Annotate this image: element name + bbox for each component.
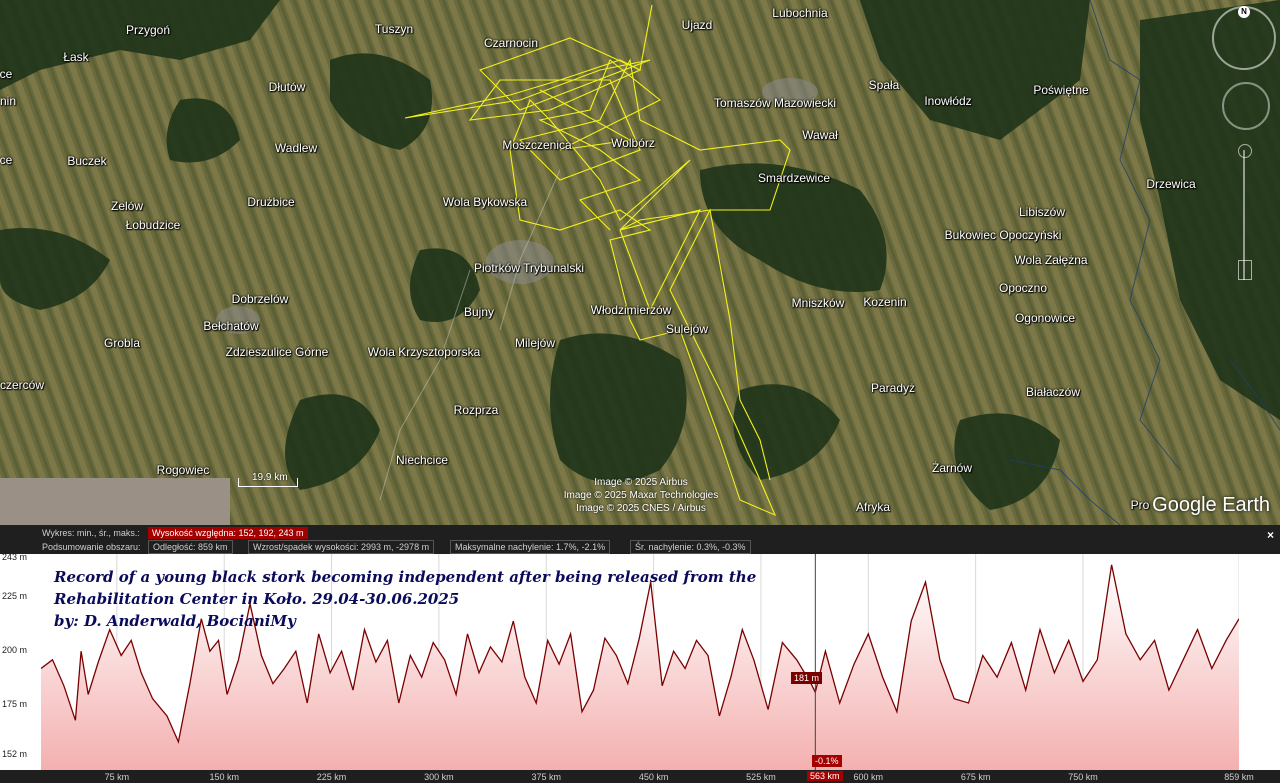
place-label[interactable]: Wadlew bbox=[275, 141, 317, 155]
place-label[interactable]: Dłutów bbox=[269, 80, 306, 94]
place-label[interactable]: czerców bbox=[0, 378, 44, 392]
place-label[interactable]: Włodzimierzów bbox=[591, 303, 672, 317]
place-label[interactable]: Wola Bykowska bbox=[443, 195, 527, 209]
place-label[interactable]: Grobla bbox=[104, 336, 140, 350]
place-label[interactable]: Ogonowice bbox=[1015, 311, 1075, 325]
place-label[interactable]: Rozprza bbox=[454, 403, 499, 417]
place-label[interactable]: Łask bbox=[63, 50, 88, 64]
place-label[interactable]: Tomaszów Mazowiecki bbox=[714, 96, 836, 110]
place-label[interactable]: Lubochnia bbox=[772, 6, 827, 20]
x-tick-label: 75 km bbox=[104, 772, 130, 782]
annotation-line: Rehabilitation Center in Koło. 29.04-30.… bbox=[54, 590, 460, 608]
annotation-line: by: D. Anderwald, BocianiMy bbox=[54, 612, 296, 630]
place-label[interactable]: Przygoń bbox=[126, 23, 170, 37]
cursor-distance-label: 563 km bbox=[807, 771, 843, 781]
place-label[interactable]: Opoczno bbox=[999, 281, 1047, 295]
place-label[interactable]: Moszczenica bbox=[502, 138, 571, 152]
imagery-credits: Image © 2025 Airbus Image © 2025 Maxar T… bbox=[564, 476, 719, 515]
place-label[interactable]: Buczek bbox=[67, 154, 106, 168]
place-label[interactable]: Paradyż bbox=[871, 381, 915, 395]
place-label[interactable]: Zelów bbox=[111, 199, 143, 213]
place-label[interactable]: Mniszków bbox=[792, 296, 845, 310]
y-tick-label: 175 m bbox=[2, 699, 28, 710]
cursor-value-label: 181 m bbox=[791, 672, 823, 684]
place-label[interactable]: Drużbice bbox=[247, 195, 294, 209]
place-label[interactable]: Łobudzice bbox=[126, 218, 181, 232]
credit-line: Image © 2025 Maxar Technologies bbox=[563, 490, 719, 501]
place-label[interactable]: nin bbox=[0, 94, 16, 108]
place-label[interactable]: Niechcice bbox=[396, 453, 448, 467]
zoom-in-icon[interactable] bbox=[1238, 144, 1252, 158]
credit-line: Image © 2025 Airbus bbox=[594, 477, 688, 488]
place-label[interactable]: Bujny bbox=[464, 305, 494, 319]
place-label[interactable]: Spała bbox=[869, 78, 900, 92]
place-label[interactable]: Żarnów bbox=[932, 461, 972, 475]
north-indicator-icon[interactable]: N bbox=[1238, 6, 1250, 18]
zoom-slider[interactable] bbox=[1238, 144, 1252, 280]
place-label[interactable]: Piotrków Trybunalski bbox=[474, 261, 584, 275]
place-label[interactable]: Czarnocin bbox=[484, 36, 538, 50]
place-label[interactable]: Ujazd bbox=[682, 18, 713, 32]
satellite-map[interactable]: N Przygoń Tuszyn Czarnocin Ujazd Lubochnia Ła… bbox=[0, 0, 1280, 525]
y-tick-label: 200 m bbox=[2, 645, 28, 656]
cursor-slope-label: -0.1% bbox=[812, 755, 842, 767]
place-label[interactable]: Poświętne bbox=[1033, 83, 1088, 97]
relative-height-selector[interactable]: Wysokość względna: 152, 192, 243 m bbox=[148, 527, 308, 539]
google-earth-logo: Google Earth bbox=[1152, 494, 1270, 516]
x-tick-label: 525 km bbox=[746, 772, 776, 782]
place-label[interactable]: Tuszyn bbox=[375, 22, 413, 36]
place-label[interactable]: Pro bbox=[1131, 498, 1150, 512]
place-label[interactable]: Białaczów bbox=[1026, 385, 1080, 399]
y-tick-label: 152 m bbox=[2, 748, 28, 759]
place-label[interactable]: Rogowiec bbox=[157, 463, 210, 477]
place-label[interactable]: Wola Krzysztoporska bbox=[368, 345, 480, 359]
place-label[interactable]: Wola Załężna bbox=[1014, 253, 1087, 267]
x-tick-label: 600 km bbox=[853, 772, 884, 782]
place-label[interactable]: Wawał bbox=[802, 128, 838, 142]
chart-label: Wykres: min., śr., maks.: bbox=[42, 528, 140, 538]
elevation-profile-panel: Wykres: min., śr., maks.: Wysokość wzglę… bbox=[0, 525, 1280, 783]
x-tick-label: 375 km bbox=[531, 772, 561, 782]
place-label[interactable]: Afryka bbox=[856, 500, 890, 514]
x-tick-label: 859 km bbox=[1224, 772, 1254, 782]
x-tick-label: 150 km bbox=[209, 772, 239, 782]
place-label[interactable]: Smardzewice bbox=[758, 171, 830, 185]
satellite-imagery bbox=[0, 0, 1280, 525]
street-view-icon[interactable] bbox=[1238, 260, 1252, 280]
max-slope-stat: Maksymalne nachylenie: 1.7%, -2.1% bbox=[450, 540, 611, 554]
scale-label: 19.9 km bbox=[252, 472, 288, 483]
x-tick-label: 225 km bbox=[316, 772, 347, 782]
place-label[interactable]: Bukowiec Opoczyński bbox=[945, 228, 1062, 242]
area-summary-label: Podsumowanie obszaru: bbox=[42, 542, 141, 552]
compass-control[interactable]: N bbox=[1212, 6, 1276, 70]
x-tick-label: 675 km bbox=[960, 772, 991, 782]
place-label[interactable]: Zdzieszulice Górne bbox=[226, 345, 329, 359]
place-label[interactable]: ce bbox=[0, 67, 12, 81]
place-label[interactable]: Sulejów bbox=[666, 322, 708, 336]
place-label[interactable]: Milejów bbox=[515, 336, 555, 350]
place-label[interactable]: ce bbox=[0, 153, 12, 167]
close-profile-button[interactable]: × bbox=[1267, 528, 1274, 542]
x-tick-label: 750 km bbox=[1068, 772, 1098, 782]
place-label[interactable]: Kozenin bbox=[863, 295, 906, 309]
place-label[interactable]: Inowłódz bbox=[924, 94, 971, 108]
y-tick-label: 225 m bbox=[2, 591, 28, 602]
place-label[interactable]: Dobrzelów bbox=[232, 292, 289, 306]
place-label[interactable]: Libiszów bbox=[1019, 205, 1065, 219]
distance-stat: Odległość: 859 km bbox=[148, 540, 233, 554]
y-tick-label: 243 m bbox=[2, 552, 28, 563]
place-label[interactable]: Wolbórz bbox=[611, 136, 655, 150]
annotation-text: Record of a young black stork becoming i… bbox=[54, 566, 756, 632]
avg-slope-stat: Śr. nachylenie: 0.3%, -0.3% bbox=[630, 540, 751, 554]
look-around-control[interactable] bbox=[1222, 82, 1270, 130]
annotation-line: Record of a young black stork becoming i… bbox=[54, 568, 757, 586]
place-label[interactable]: Drzewica bbox=[1146, 177, 1195, 191]
gain-loss-stat: Wzrost/spadek wysokości: 2993 m, -2978 m bbox=[248, 540, 435, 554]
profile-stats-bar: Wykres: min., śr., maks.: Wysokość wzglę… bbox=[0, 525, 1280, 554]
place-label[interactable]: Bełchatów bbox=[203, 319, 258, 333]
x-tick-label: 300 km bbox=[424, 772, 454, 782]
x-tick-label: 450 km bbox=[638, 772, 669, 782]
credit-line: Image © 2025 CNES / Airbus bbox=[576, 503, 706, 514]
